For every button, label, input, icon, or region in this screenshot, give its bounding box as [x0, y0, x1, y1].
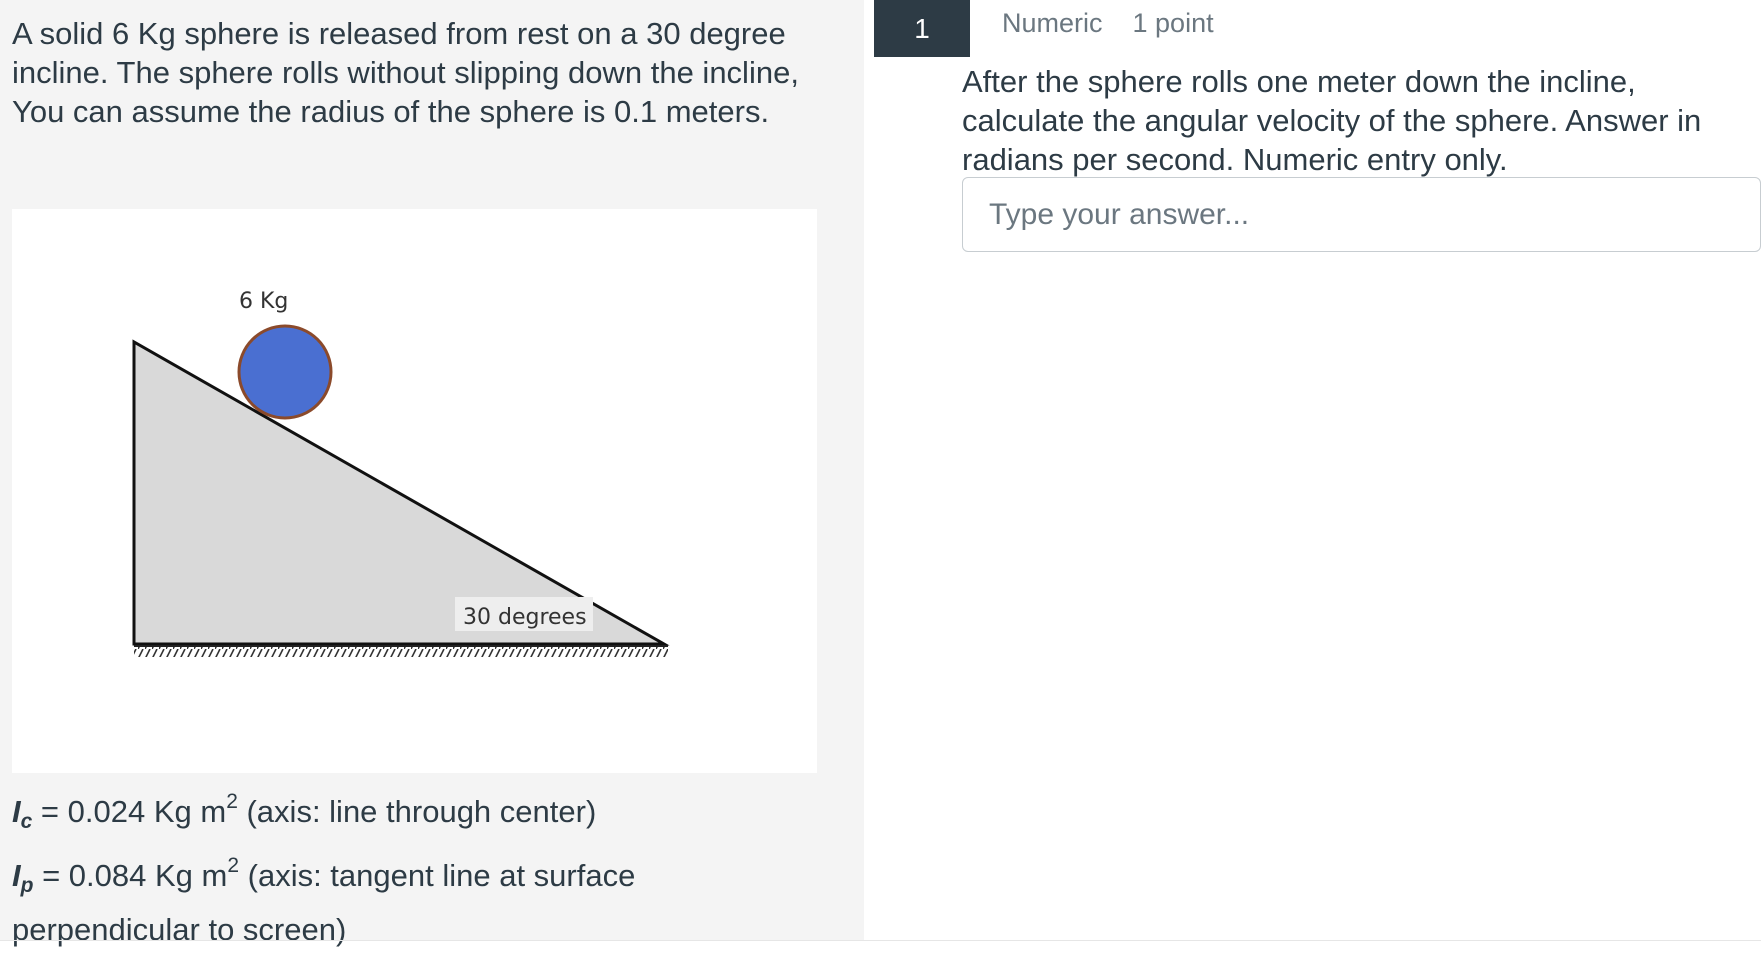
angle-label: 30 degrees [463, 605, 587, 630]
moment-of-inertia-list: Ic = 0.024 Kg m2 (axis: line through cen… [12, 780, 852, 952]
ground-hatch [134, 647, 668, 657]
stimulus-text: A solid 6 Kg sphere is released from res… [12, 14, 852, 131]
ic-exponent: 2 [226, 790, 238, 813]
question-prompt: After the sphere rolls one meter down th… [962, 64, 1702, 177]
stimulus-paragraph: A solid 6 Kg sphere is released from res… [12, 16, 799, 90]
divider [0, 940, 1761, 941]
ic-subscript: c [20, 810, 33, 833]
sphere [237, 324, 333, 420]
stimulus-paragraph: You can assume the radius of the sphere … [12, 94, 770, 129]
answer-input[interactable] [962, 177, 1761, 252]
incline-figure: 6 Kg 30 degrees [12, 209, 817, 773]
ip-value: = 0.084 Kg m [33, 858, 228, 893]
ip-symbol: I [12, 858, 21, 893]
question-points: 1 point [1132, 8, 1214, 38]
ic-symbol: I [12, 794, 21, 829]
ip-axis: (axis: tangent line at surface [239, 858, 636, 893]
question-meta: Numeric 1 point [1002, 8, 1214, 39]
ip-line: Ip = 0.084 Kg m2 (axis: tangent line at … [12, 844, 852, 908]
question-type: Numeric [1002, 8, 1103, 38]
ic-line: Ic = 0.024 Kg m2 (axis: line through cen… [12, 780, 852, 844]
stimulus-panel: A solid 6 Kg sphere is released from res… [0, 0, 864, 947]
ip-axis-continued: perpendicular to screen) [12, 912, 347, 947]
ip-subscript: p [20, 874, 34, 897]
mass-label: 6 Kg [239, 289, 288, 314]
ic-value: = 0.024 Kg m [32, 794, 227, 829]
incline-diagram: 6 Kg 30 degrees [132, 289, 670, 657]
ic-axis: (axis: line through center) [237, 794, 597, 829]
ip-exponent: 2 [227, 854, 240, 877]
question-number: 1 [874, 0, 970, 57]
